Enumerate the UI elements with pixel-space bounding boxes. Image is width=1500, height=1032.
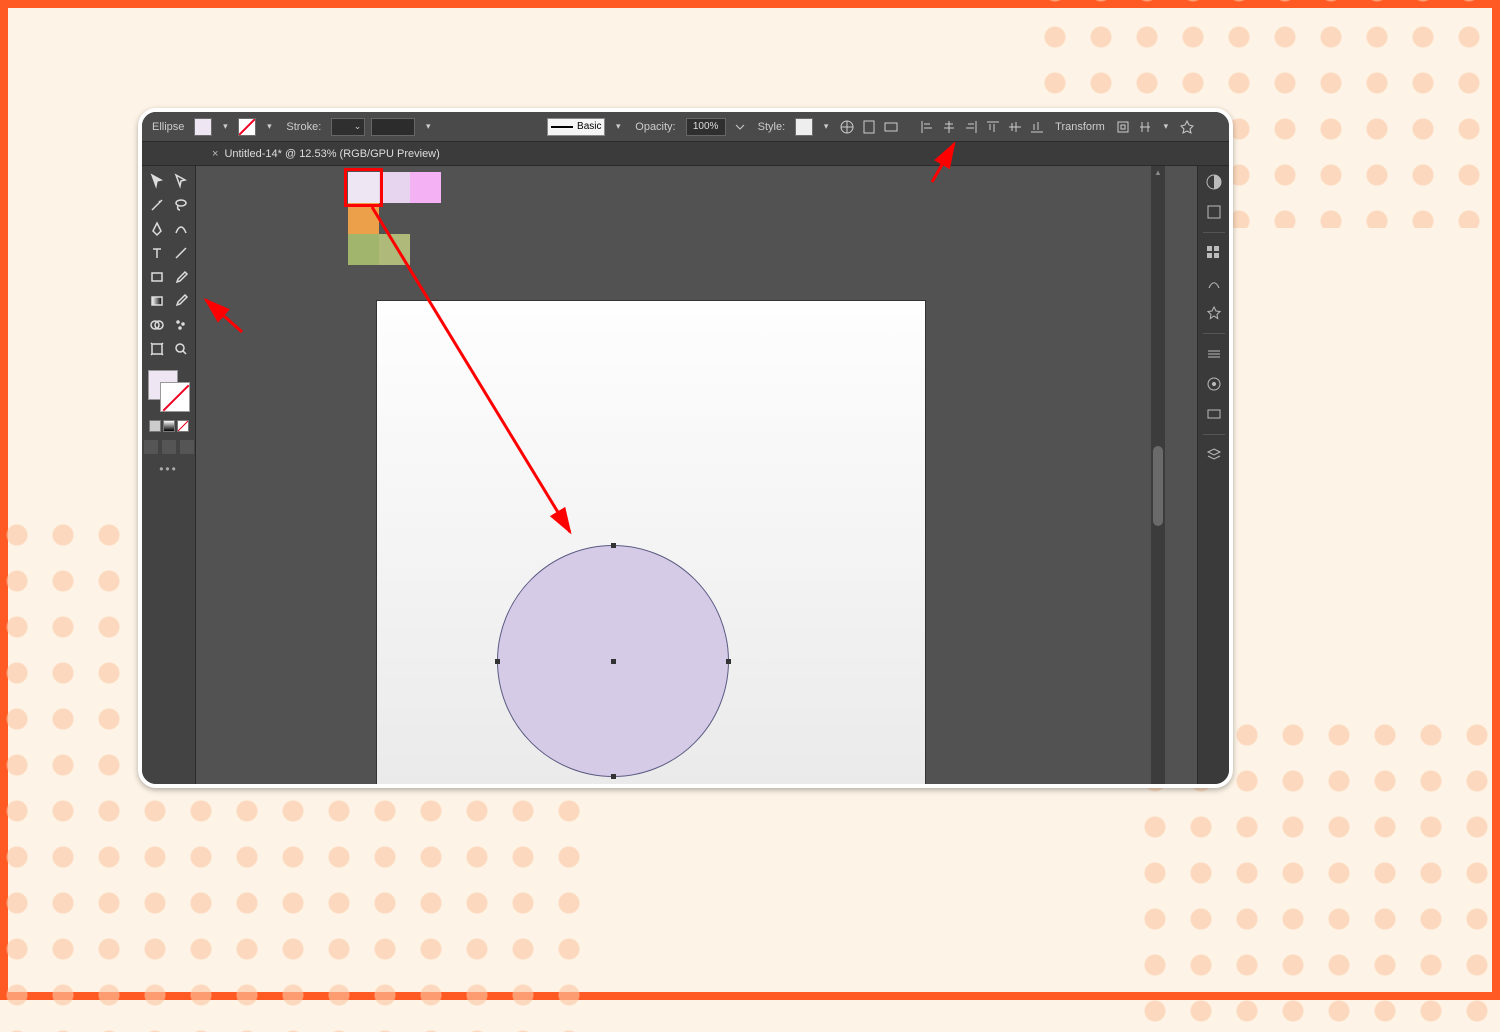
align-left-icon[interactable]: [919, 119, 935, 135]
direct-selection-tool[interactable]: [170, 170, 192, 192]
ellipse-shape[interactable]: [497, 545, 729, 777]
stroke-panel-icon[interactable]: [1204, 344, 1224, 364]
brush-name: Basic: [577, 121, 601, 132]
illustrator-window: Ellipse Stroke: Basic Opacity: 100% Styl…: [138, 108, 1233, 788]
fill-dropdown[interactable]: [218, 118, 232, 136]
fill-stroke-indicator[interactable]: [146, 368, 192, 414]
artboard-tool[interactable]: [146, 338, 168, 360]
transform-label[interactable]: Transform: [1051, 121, 1109, 133]
edit-toolbar-icon[interactable]: •••: [159, 462, 178, 476]
selection-tool[interactable]: [146, 170, 168, 192]
color-guide-panel-icon[interactable]: [1204, 202, 1224, 222]
color-mode-solid[interactable]: [149, 420, 161, 432]
tab-title[interactable]: Untitled-14* @ 12.53% (RGB/GPU Preview): [224, 148, 439, 160]
swatch-lavender-2[interactable]: [379, 172, 410, 203]
selection-handle[interactable]: [611, 543, 616, 548]
stroke-profile[interactable]: [371, 118, 415, 136]
stroke-color-box[interactable]: [160, 382, 190, 412]
vertical-scrollbar[interactable]: ▲: [1151, 166, 1165, 784]
canvas-area[interactable]: ▲: [196, 166, 1197, 784]
paintbrush-tool[interactable]: [170, 266, 192, 288]
rectangle-tool[interactable]: [146, 266, 168, 288]
color-panel-icon[interactable]: [1204, 172, 1224, 192]
color-mode-chips: [149, 420, 189, 432]
swatch-grid: [348, 172, 441, 265]
fill-swatch[interactable]: [194, 118, 212, 136]
stroke-weight-input[interactable]: [331, 118, 365, 136]
draw-mode-group: [144, 440, 194, 454]
document-tabs: × Untitled-14* @ 12.53% (RGB/GPU Preview…: [142, 142, 1229, 166]
preferences-icon[interactable]: [883, 119, 899, 135]
right-panel-dock: [1197, 166, 1229, 784]
align-hcenter-icon[interactable]: [941, 119, 957, 135]
align-top-icon[interactable]: [985, 119, 1001, 135]
align-vmiddle-icon[interactable]: [1007, 119, 1023, 135]
scroll-thumb[interactable]: [1153, 446, 1163, 526]
style-label: Style:: [754, 121, 790, 133]
draw-normal[interactable]: [144, 440, 158, 454]
tab-close-icon[interactable]: ×: [212, 148, 218, 160]
center-handle[interactable]: [611, 659, 616, 664]
align-right-icon[interactable]: [963, 119, 979, 135]
appearance-panel-icon[interactable]: [1204, 374, 1224, 394]
line-tool[interactable]: [170, 242, 192, 264]
stroke-profile-dropdown[interactable]: [421, 118, 435, 136]
isolate-icon[interactable]: [1115, 119, 1131, 135]
align-bottom-icon[interactable]: [1029, 119, 1045, 135]
stroke-label: Stroke:: [282, 121, 325, 133]
selection-type-label: Ellipse: [148, 121, 188, 133]
symbol-sprayer-tool[interactable]: [170, 314, 192, 336]
gradient-tool[interactable]: [146, 290, 168, 312]
tool-panel: •••: [142, 166, 196, 784]
recolor-icon[interactable]: [839, 119, 855, 135]
opacity-label: Opacity:: [631, 121, 679, 133]
brush-dropdown[interactable]: [611, 118, 625, 136]
swatches-panel-icon[interactable]: [1204, 243, 1224, 263]
zoom-tool[interactable]: [170, 338, 192, 360]
selection-handle[interactable]: [611, 774, 616, 779]
swatch-green-1[interactable]: [348, 234, 379, 265]
eyedropper-tool[interactable]: [170, 290, 192, 312]
layers-panel-icon[interactable]: [1204, 445, 1224, 465]
brushes-panel-icon[interactable]: [1204, 273, 1224, 293]
selection-handle[interactable]: [726, 659, 731, 664]
arrange-icon[interactable]: [1137, 119, 1153, 135]
artboard[interactable]: [376, 300, 926, 784]
stroke-dropdown[interactable]: [262, 118, 276, 136]
type-tool[interactable]: [146, 242, 168, 264]
magic-wand-tool[interactable]: [146, 194, 168, 216]
swatch-lavender-1[interactable]: [348, 172, 379, 203]
swatch-pink[interactable]: [410, 172, 441, 203]
arrange-dropdown[interactable]: [1159, 118, 1173, 136]
stroke-swatch[interactable]: [238, 118, 256, 136]
lasso-tool[interactable]: [170, 194, 192, 216]
brush-line-icon: [551, 126, 573, 128]
align-vertical-group: [985, 119, 1045, 135]
style-dropdown[interactable]: [819, 118, 833, 136]
opacity-value[interactable]: 100%: [686, 118, 726, 136]
color-mode-gradient[interactable]: [163, 420, 175, 432]
selection-handle[interactable]: [495, 659, 500, 664]
scroll-up-icon[interactable]: ▲: [1153, 168, 1163, 178]
swatch-orange[interactable]: [348, 203, 379, 234]
curvature-tool[interactable]: [170, 218, 192, 240]
draw-behind[interactable]: [162, 440, 176, 454]
swatch-green-2[interactable]: [379, 234, 410, 265]
brush-definition[interactable]: Basic: [547, 118, 605, 136]
pin-icon[interactable]: [1179, 119, 1195, 135]
draw-inside[interactable]: [180, 440, 194, 454]
graphic-styles-panel-icon[interactable]: [1204, 404, 1224, 424]
opacity-chevron-icon[interactable]: [732, 119, 748, 135]
symbols-panel-icon[interactable]: [1204, 303, 1224, 323]
graphic-style-swatch[interactable]: [795, 118, 813, 136]
color-mode-none[interactable]: [177, 420, 189, 432]
control-bar: Ellipse Stroke: Basic Opacity: 100% Styl…: [142, 112, 1229, 142]
align-horizontal-group: [919, 119, 979, 135]
shape-builder-tool[interactable]: [146, 314, 168, 336]
pen-tool[interactable]: [146, 218, 168, 240]
document-setup-icon[interactable]: [861, 119, 877, 135]
